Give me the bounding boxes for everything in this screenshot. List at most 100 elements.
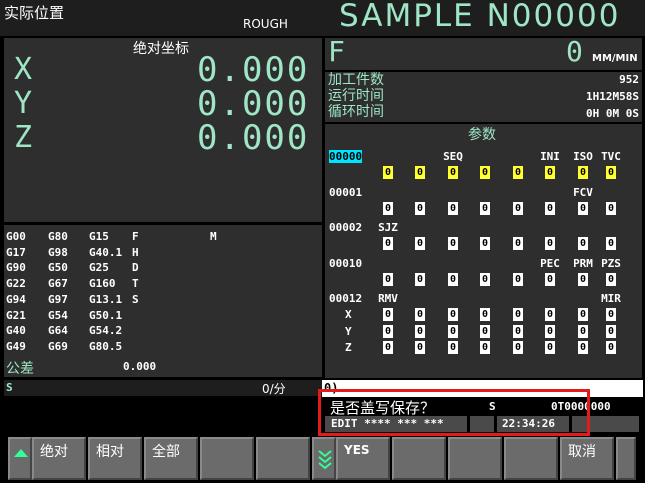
softkey-9[interactable] <box>448 437 502 480</box>
run-time-value: 1H12M58S <box>586 90 639 103</box>
softkey-4[interactable] <box>200 437 254 480</box>
param-bit-cell[interactable]: 0 <box>513 237 523 250</box>
param-bit-cell[interactable]: 0 <box>415 341 425 354</box>
param-bit-cell[interactable]: 0 <box>383 166 393 179</box>
param-bit-cell[interactable]: 0 <box>480 324 490 338</box>
param-number[interactable]: 00010 <box>329 257 362 270</box>
param-bit-cell[interactable]: 0 <box>578 237 588 250</box>
param-bit-cell[interactable]: 0 <box>545 237 555 250</box>
parts-count-label: 加工件数 <box>328 72 384 88</box>
param-bit-cell[interactable]: 0 <box>415 272 425 286</box>
param-bit-cell[interactable]: 0 <box>578 201 588 215</box>
param-bit-cell[interactable]: 0 <box>606 201 616 215</box>
position-title: 绝对坐标 <box>133 41 189 57</box>
param-bit-cell[interactable]: 0 <box>606 237 616 250</box>
gcode-cell: D <box>132 261 139 275</box>
mode-label: ROUGH <box>243 17 288 31</box>
param-bit-cell[interactable]: 0 <box>480 272 490 286</box>
param-bit-cell[interactable]: 0 <box>415 237 425 250</box>
param-bit-cell[interactable]: 0 <box>513 308 523 321</box>
softkey-next-menu[interactable] <box>312 437 336 480</box>
softkey-cancel[interactable]: 取消 <box>560 437 614 480</box>
softkey-cancel-label: 取消 <box>568 444 596 460</box>
param-bit-cell[interactable]: 0 <box>513 201 523 215</box>
param-bit-cell[interactable]: 0 <box>513 272 523 286</box>
param-bit-cell[interactable]: 0 <box>415 324 425 338</box>
axis-x-label: X <box>14 52 33 87</box>
softkey-relative[interactable]: 相对 <box>88 437 142 480</box>
softkey-return[interactable] <box>8 437 32 480</box>
param-bit-cell[interactable]: 0 <box>606 308 616 321</box>
screen-title: 实际位置 <box>4 4 65 22</box>
param-number[interactable]: 00002 <box>329 221 362 234</box>
param-bit-cell[interactable]: 0 <box>448 201 458 215</box>
param-bit-cell[interactable]: 0 <box>383 237 393 250</box>
softkey-yes[interactable]: YES <box>336 437 390 480</box>
param-bit-cell[interactable]: 0 <box>513 166 523 179</box>
param-bit-cell[interactable]: 0 <box>578 341 588 354</box>
param-bit-cell[interactable]: 0 <box>448 166 458 179</box>
param-bit-cell[interactable]: 0 <box>448 237 458 250</box>
gcode-cell: G54 <box>48 308 68 322</box>
param-bit-cell[interactable]: 0 <box>448 341 458 354</box>
softkey-all[interactable]: 全部 <box>144 437 198 480</box>
param-bit-cell[interactable]: 0 <box>480 201 490 215</box>
param-bit-cell[interactable]: 0 <box>545 166 555 179</box>
param-bit-cell[interactable]: 0 <box>448 324 458 338</box>
param-bit-cell[interactable]: 0 <box>578 324 588 338</box>
param-bit-cell[interactable]: 0 <box>606 324 616 338</box>
param-bit-cell[interactable]: 0 <box>383 324 393 338</box>
return-arrow-icon <box>14 449 28 457</box>
softkey-10[interactable] <box>504 437 558 480</box>
axis-z-label: Z <box>14 120 33 155</box>
param-bit-cell[interactable]: 0 <box>606 341 616 354</box>
param-bit-cell[interactable]: 0 <box>415 166 425 179</box>
param-bit-cell[interactable]: 0 <box>578 272 588 286</box>
gcode-cell: G40.1 <box>89 245 123 259</box>
softkey-right[interactable] <box>616 437 636 480</box>
param-bit-cell[interactable]: 0 <box>513 324 523 338</box>
param-axis-label: Y <box>345 324 352 338</box>
cycle-time-label: 循环时间 <box>328 104 384 120</box>
param-bit-cell[interactable]: 0 <box>606 272 616 286</box>
param-bit-cell[interactable]: 0 <box>513 341 523 354</box>
param-number[interactable]: 00000 <box>329 150 363 163</box>
param-bit-cell[interactable]: 0 <box>448 272 458 286</box>
softkey-8[interactable] <box>392 437 446 480</box>
param-number[interactable]: 00001 <box>329 186 362 199</box>
param-bit-cell[interactable]: 0 <box>415 308 425 321</box>
param-bit-cell[interactable]: 0 <box>578 166 588 179</box>
softkey-yes-label: YES <box>344 443 370 457</box>
param-bit-cell[interactable]: 0 <box>545 272 555 286</box>
softkey-5[interactable] <box>256 437 310 480</box>
feed-value: 0 <box>566 35 583 68</box>
param-number[interactable]: 00012 <box>329 292 362 305</box>
param-bit-name: MIR <box>601 292 621 305</box>
param-bit-name: ISO <box>573 150 593 163</box>
param-bit-cell[interactable]: 0 <box>415 201 425 215</box>
gcode-cell: G22 <box>6 277 26 291</box>
param-bit-cell[interactable]: 0 <box>480 237 490 250</box>
param-bit-cell[interactable]: 0 <box>606 166 616 179</box>
param-bit-cell[interactable]: 0 <box>578 308 588 321</box>
tolerance-value: 0.000 <box>123 360 157 373</box>
param-bit-cell[interactable]: 0 <box>545 201 555 215</box>
gcode-cell: G94 <box>6 292 26 306</box>
param-bit-cell[interactable]: 0 <box>383 308 393 321</box>
param-bit-cell[interactable]: 0 <box>448 308 458 321</box>
param-bit-cell[interactable]: 0 <box>383 272 393 286</box>
param-bit-cell[interactable]: 0 <box>480 166 490 179</box>
param-bit-cell[interactable]: 0 <box>545 308 555 321</box>
axis-y-value: 0.000 <box>197 84 310 124</box>
param-bit-cell[interactable]: 0 <box>545 341 555 354</box>
param-bit-name: PZS <box>601 256 621 270</box>
param-bit-cell[interactable]: 0 <box>480 308 490 321</box>
parts-count-value: 952 <box>619 73 639 86</box>
param-bit-cell[interactable]: 0 <box>383 201 393 215</box>
spindle-value: 0/分 <box>262 382 286 396</box>
param-bit-cell[interactable]: 0 <box>545 324 555 338</box>
softkey-absolute[interactable]: 绝对 <box>32 437 86 480</box>
param-bit-cell[interactable]: 0 <box>383 341 393 354</box>
param-bit-cell[interactable]: 0 <box>480 341 490 354</box>
gcode-cell: G17 <box>6 245 26 259</box>
